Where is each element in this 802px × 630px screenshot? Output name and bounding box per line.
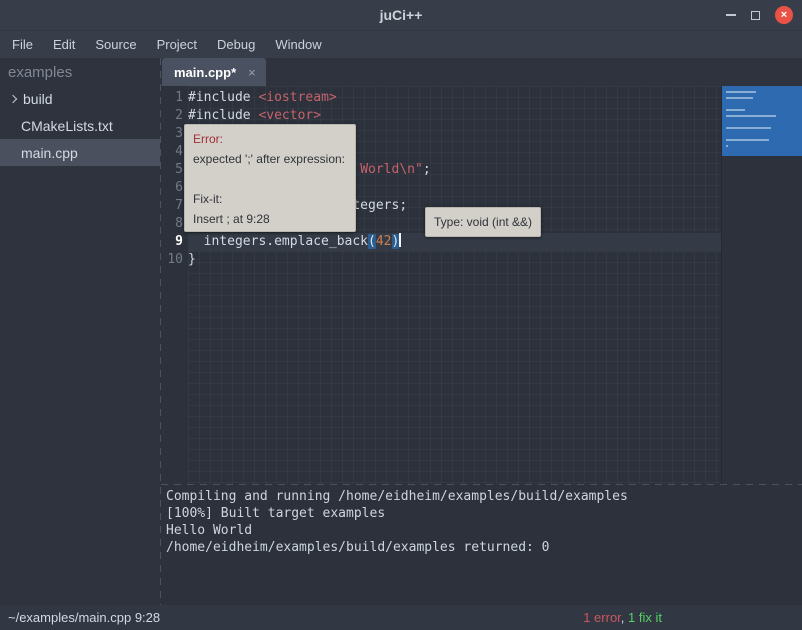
line-number-9: 9 — [161, 233, 183, 251]
code-token: <vector> — [258, 108, 321, 123]
minimap-code-line — [726, 97, 753, 99]
line-number-1: 1 — [161, 89, 183, 107]
line-number-2: 2 — [161, 107, 183, 125]
close-icon: × — [781, 10, 787, 21]
code-line-2[interactable]: #include <vector> — [188, 107, 721, 125]
minimize-button[interactable] — [726, 14, 736, 16]
menu-edit[interactable]: Edit — [43, 31, 85, 58]
menu-bar: FileEditSourceProjectDebugWindow — [0, 30, 802, 58]
restore-button[interactable] — [751, 11, 760, 20]
minimap-code-line — [726, 91, 756, 93]
minimap-view — [722, 86, 802, 156]
code-token: ( — [368, 234, 376, 249]
terminal-line: /home/eidheim/examples/build/examples re… — [166, 539, 802, 556]
editor-tab-bar: main.cpp* × — [161, 58, 802, 86]
code-token: ) — [392, 234, 400, 249]
line-number-5: 5 — [161, 161, 183, 179]
minimap-code-line — [726, 145, 728, 147]
status-diagnostics: 1 error, 1 fix it — [583, 610, 662, 625]
minimap-code-line — [726, 127, 771, 129]
minimap[interactable] — [721, 86, 802, 484]
line-number-4: 4 — [161, 143, 183, 161]
close-button[interactable]: × — [775, 6, 793, 24]
minimap-code-line — [726, 115, 776, 117]
tab-main-cpp[interactable]: main.cpp* × — [162, 58, 266, 86]
title-bar: juCi++ × — [0, 0, 802, 30]
minimize-icon — [726, 14, 736, 16]
tree-item-label: build — [23, 91, 53, 107]
menu-window[interactable]: Window — [265, 31, 331, 58]
project-sidebar: examples build CMakeLists.txt main.cpp — [0, 58, 160, 605]
code-token: integers.emplace_back — [188, 234, 368, 249]
error-tooltip-spacer — [193, 169, 347, 189]
app-window: juCi++ × FileEditSourceProjectDebugWindo… — [0, 0, 802, 630]
status-path: ~/examples/main.cpp 9:28 — [8, 610, 160, 625]
editor-pane: 12345678910 #include <iostream>#include … — [161, 86, 802, 484]
terminal-output[interactable]: Compiling and running /home/eidheim/exam… — [161, 485, 802, 605]
line-number-6: 6 — [161, 179, 183, 197]
editor-column: main.cpp* × 12345678910 #include <iostre… — [161, 58, 802, 605]
type-tooltip: Type: void (int &&) — [425, 207, 541, 237]
menu-debug[interactable]: Debug — [207, 31, 265, 58]
minimap-code-line — [726, 139, 769, 141]
fixit-text: Insert ; at 9:28 — [193, 209, 347, 229]
tree-item-label: main.cpp — [21, 145, 78, 161]
line-number-8: 8 — [161, 215, 183, 233]
code-token: } — [188, 252, 196, 267]
tree-item-cmakelists-txt[interactable]: CMakeLists.txt — [0, 112, 160, 139]
project-name: examples — [0, 58, 160, 85]
window-controls: × — [726, 0, 793, 30]
minimap-lines — [722, 86, 802, 147]
line-number-3: 3 — [161, 125, 183, 143]
file-tree: build CMakeLists.txt main.cpp — [0, 85, 160, 166]
text-cursor — [399, 233, 401, 247]
status-separator: , — [621, 610, 628, 625]
code-token: ; — [423, 162, 431, 177]
error-tooltip-message: expected ';' after expression: — [193, 149, 347, 169]
window-title: juCi++ — [0, 7, 802, 23]
code-token: #include — [188, 108, 258, 123]
chevron-right-icon — [9, 94, 17, 102]
code-line-10[interactable]: } — [188, 251, 721, 269]
tree-item-label: CMakeLists.txt — [21, 118, 113, 134]
code-token: #include — [188, 90, 258, 105]
menu-file[interactable]: File — [2, 31, 43, 58]
terminal-line: [100%] Built target examples — [166, 505, 802, 522]
error-tooltip: Error: expected ';' after expression: Fi… — [184, 124, 356, 232]
line-number-10: 10 — [161, 251, 183, 269]
restore-icon — [751, 11, 760, 20]
minimap-code-line — [726, 109, 745, 111]
terminal-line: Hello World — [166, 522, 802, 539]
tab-close-icon[interactable]: × — [248, 65, 256, 80]
code-line-1[interactable]: #include <iostream> — [188, 89, 721, 107]
tree-item-main-cpp[interactable]: main.cpp — [0, 139, 160, 166]
content: examples build CMakeLists.txt main.cpp mai… — [0, 58, 802, 605]
fixit-title: Fix-it: — [193, 189, 347, 209]
status-bar: ~/examples/main.cpp 9:28 1 error, 1 fix … — [0, 605, 802, 630]
status-error-count: 1 error — [583, 610, 621, 625]
tab-label: main.cpp* — [174, 65, 236, 80]
menu-source[interactable]: Source — [85, 31, 146, 58]
status-fixit-count: 1 fix it — [628, 610, 662, 625]
code-token: <iostream> — [258, 90, 336, 105]
terminal-line: Compiling and running /home/eidheim/exam… — [166, 488, 802, 505]
menu-project[interactable]: Project — [147, 31, 207, 58]
tree-item-build[interactable]: build — [0, 85, 160, 112]
error-tooltip-title: Error: — [193, 129, 347, 149]
code-token: 42 — [376, 234, 392, 249]
line-number-7: 7 — [161, 197, 183, 215]
